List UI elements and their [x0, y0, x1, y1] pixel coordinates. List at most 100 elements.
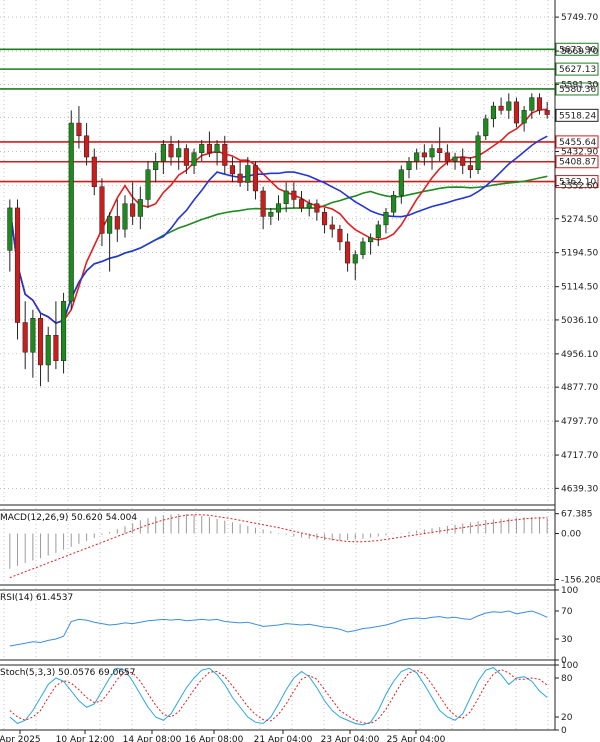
y-tick-label: 5352.60 [561, 182, 598, 192]
candle-body [153, 161, 159, 170]
rsi-y-label: 70 [561, 607, 573, 617]
rsi-title: RSI(14) 61.4537 [0, 593, 73, 603]
candle-body [498, 105, 504, 111]
candle-body [414, 152, 420, 162]
price-level-label: 5408.87 [559, 158, 596, 168]
candles [7, 93, 550, 387]
candle-body [513, 101, 520, 124]
candle-body [506, 101, 512, 111]
candle-body [45, 335, 51, 366]
candle-body [145, 169, 151, 200]
x-tick-label: 21 Apr 04:00 [254, 735, 313, 742]
stoch-panel: 100 80 20 0 Stoch(5,3,3) 50.0576 69.0657 [0, 661, 578, 736]
candle-body [160, 144, 166, 162]
candle-body [206, 144, 212, 154]
candle-body [406, 161, 412, 170]
candle-body [137, 199, 143, 217]
price-level-label: 5455.64 [559, 138, 596, 148]
candle-body [429, 148, 435, 158]
y-tick-label: 5274.50 [561, 215, 598, 225]
candle-body [183, 148, 189, 166]
candle-body [283, 190, 289, 204]
candle-body [475, 135, 481, 170]
candle-body [368, 237, 374, 243]
candle-body [329, 224, 335, 230]
candle-body [345, 241, 351, 264]
rsi-line [9, 610, 548, 647]
last-price-label: 5518.24 [559, 111, 596, 121]
y-tick-label: 5749.70 [561, 13, 598, 23]
x-tick-label: 10 Apr 12:00 [56, 735, 115, 742]
candle-body [298, 199, 305, 209]
stoch-y-label: 20 [561, 713, 573, 723]
candle-body [122, 203, 128, 230]
candle-body [322, 211, 328, 226]
y-tick-label: 5114.50 [561, 283, 598, 293]
candle-body [375, 224, 381, 238]
macd-panel: 67.385 0.00 -156.208 MACD(12,26,9) 50.620 5… [0, 510, 600, 586]
candle-body [398, 169, 404, 196]
candle-body [237, 173, 243, 183]
x-tick-label: Apr 2025 [0, 735, 41, 742]
candle-body [168, 144, 174, 158]
candle-body [84, 135, 90, 158]
stoch-y-label: 0 [561, 726, 567, 736]
trading-chart: 5673.905627.135580.365455.645408.875362.… [0, 0, 600, 742]
candle-body [53, 335, 59, 361]
macd-y-label: 0.00 [561, 530, 581, 540]
candle-body [391, 194, 397, 213]
y-tick-label: 4877.70 [561, 383, 598, 393]
x-tick-label: 16 Apr 08:00 [185, 735, 244, 742]
candle-body [383, 211, 389, 226]
candle-body [7, 207, 13, 251]
stoch-y-label: 100 [561, 661, 578, 671]
y-tick-label: 5669.70 [561, 47, 598, 57]
macd-title: MACD(12,26,9) 50.620 54.004 [0, 513, 137, 523]
candle-body [107, 216, 113, 234]
macd-signal-line [9, 514, 548, 579]
candle-body [260, 190, 266, 217]
candle-body [61, 301, 67, 361]
candle-body [30, 318, 36, 353]
candle-body [214, 144, 220, 154]
candle-body [490, 105, 496, 120]
x-tick-label: 25 Apr 04:00 [387, 735, 446, 742]
grid [0, 0, 556, 731]
ma-blue-line [9, 135, 548, 325]
candle-body [437, 148, 443, 154]
candle-body [467, 165, 473, 170]
date-axis: Apr 2025 10 Apr 12:00 14 Apr 08:00 16 Apr 0… [0, 730, 446, 742]
y-tick-label: 5036.10 [561, 316, 598, 326]
candle-body [306, 203, 312, 209]
candle-body [291, 190, 297, 200]
rsi-panel: 10070300RSI(14) 61.4537 [0, 586, 578, 666]
x-tick-label: 14 Apr 08:00 [123, 735, 182, 742]
candle-body [199, 144, 205, 154]
y-tick-label: 5591.30 [561, 80, 598, 90]
candle-body [352, 254, 358, 264]
candle-body [76, 122, 82, 137]
candle-body [483, 118, 489, 137]
candle-body [229, 165, 235, 175]
candle-body [275, 203, 282, 213]
macd-y-label: 67.385 [561, 510, 593, 520]
candle-body [452, 156, 458, 162]
candle-body [22, 322, 28, 353]
candle-body [314, 203, 320, 213]
candle-body [91, 156, 97, 187]
y-tick-label: 4956.10 [561, 350, 598, 360]
x-tick-label: 23 Apr 04:00 [321, 735, 380, 742]
candle-body [222, 144, 228, 166]
y-tick-label: 5194.50 [561, 249, 598, 259]
candle-body [360, 241, 366, 255]
macd-y-label: -156.208 [561, 575, 600, 585]
candle-body [99, 186, 105, 234]
candle-body [536, 97, 543, 111]
stoch-title: Stoch(5,3,3) 50.0576 69.0657 [0, 668, 135, 678]
axes: 5749.705669.705591.305513.005432.905352.… [555, 13, 599, 494]
candle-body [252, 165, 259, 192]
candle-body [176, 148, 182, 158]
candle-body [544, 110, 550, 115]
chart-stage: 5673.90 5627.13 5580.36 5455.64 5408.87 5362.… [0, 0, 600, 742]
stoch-y-label: 80 [561, 674, 573, 684]
